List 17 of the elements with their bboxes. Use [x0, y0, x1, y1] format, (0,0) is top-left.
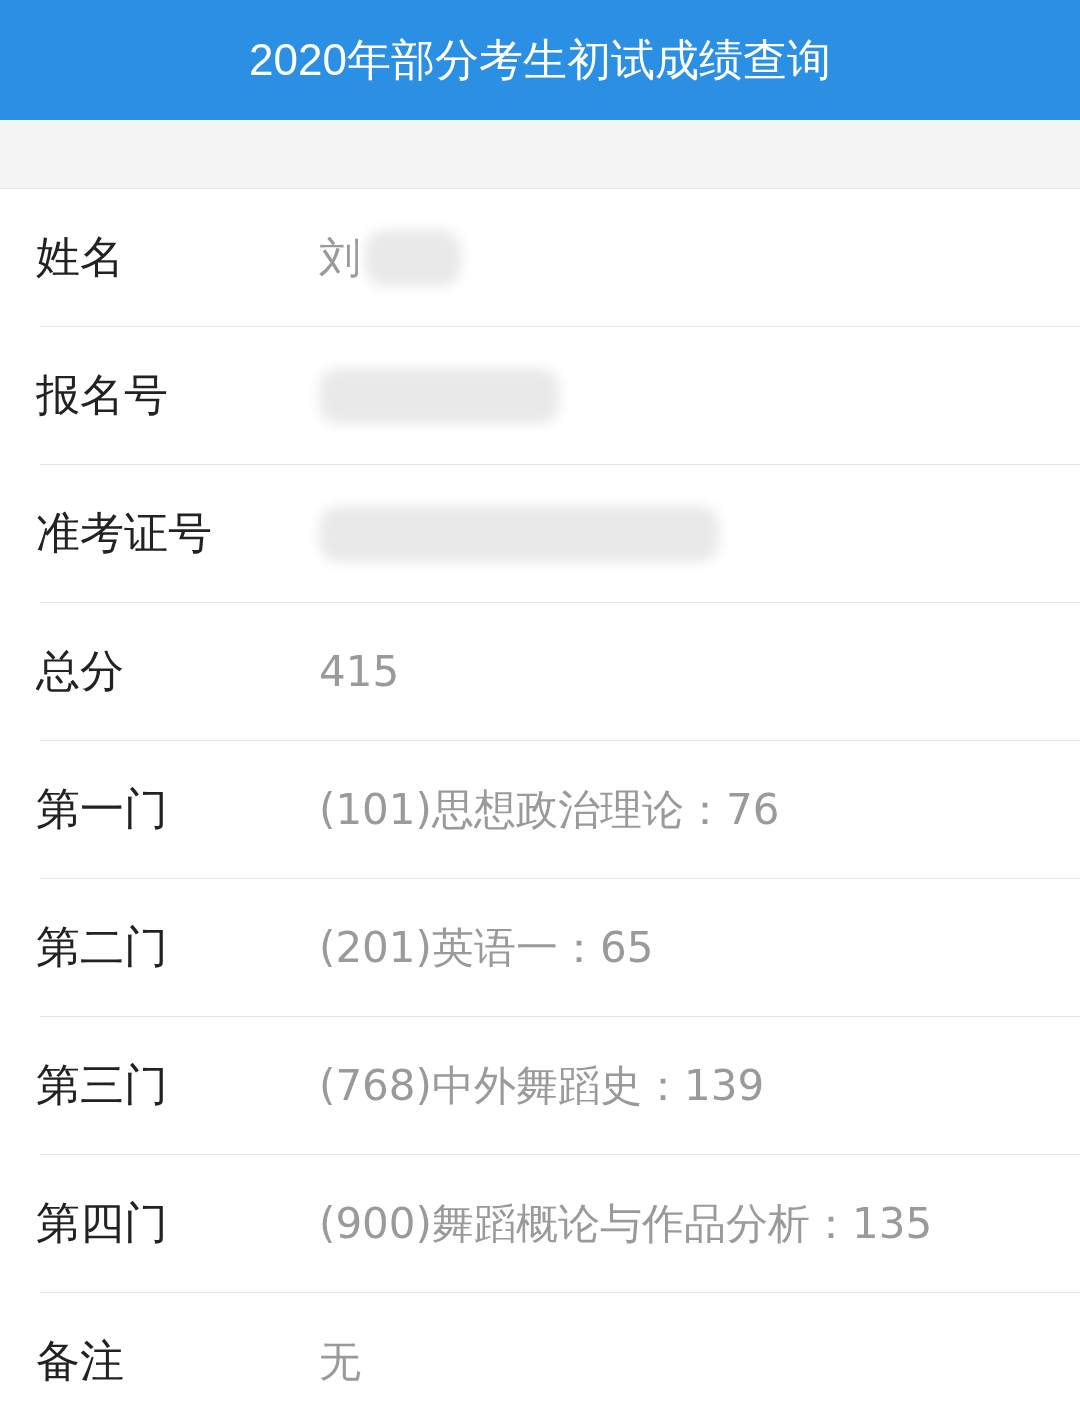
page-title: 2020年部分考生初试成绩查询	[249, 33, 831, 86]
field-label: 第一门	[36, 782, 169, 836]
field-label: 姓名	[36, 230, 125, 284]
field-label: 第二门	[36, 920, 169, 974]
field-value: 无	[319, 1335, 361, 1388]
field-label: 准考证号	[36, 506, 213, 560]
field-value: (768)中外舞蹈史：139	[319, 1059, 765, 1112]
field-label: 报名号	[36, 368, 169, 422]
field-value: (201)英语一：65	[319, 921, 654, 974]
field-label: 第四门	[36, 1196, 169, 1250]
field-label: 第三门	[36, 1058, 169, 1112]
field-label: 备注	[36, 1334, 125, 1388]
field-value: 415	[319, 647, 400, 696]
field-value: 刘	[319, 231, 361, 284]
field-label: 总分	[36, 644, 125, 698]
field-value: (900)舞蹈概论与作品分析：135	[319, 1197, 933, 1250]
field-value: (101)思想政治理论：76	[319, 783, 780, 836]
